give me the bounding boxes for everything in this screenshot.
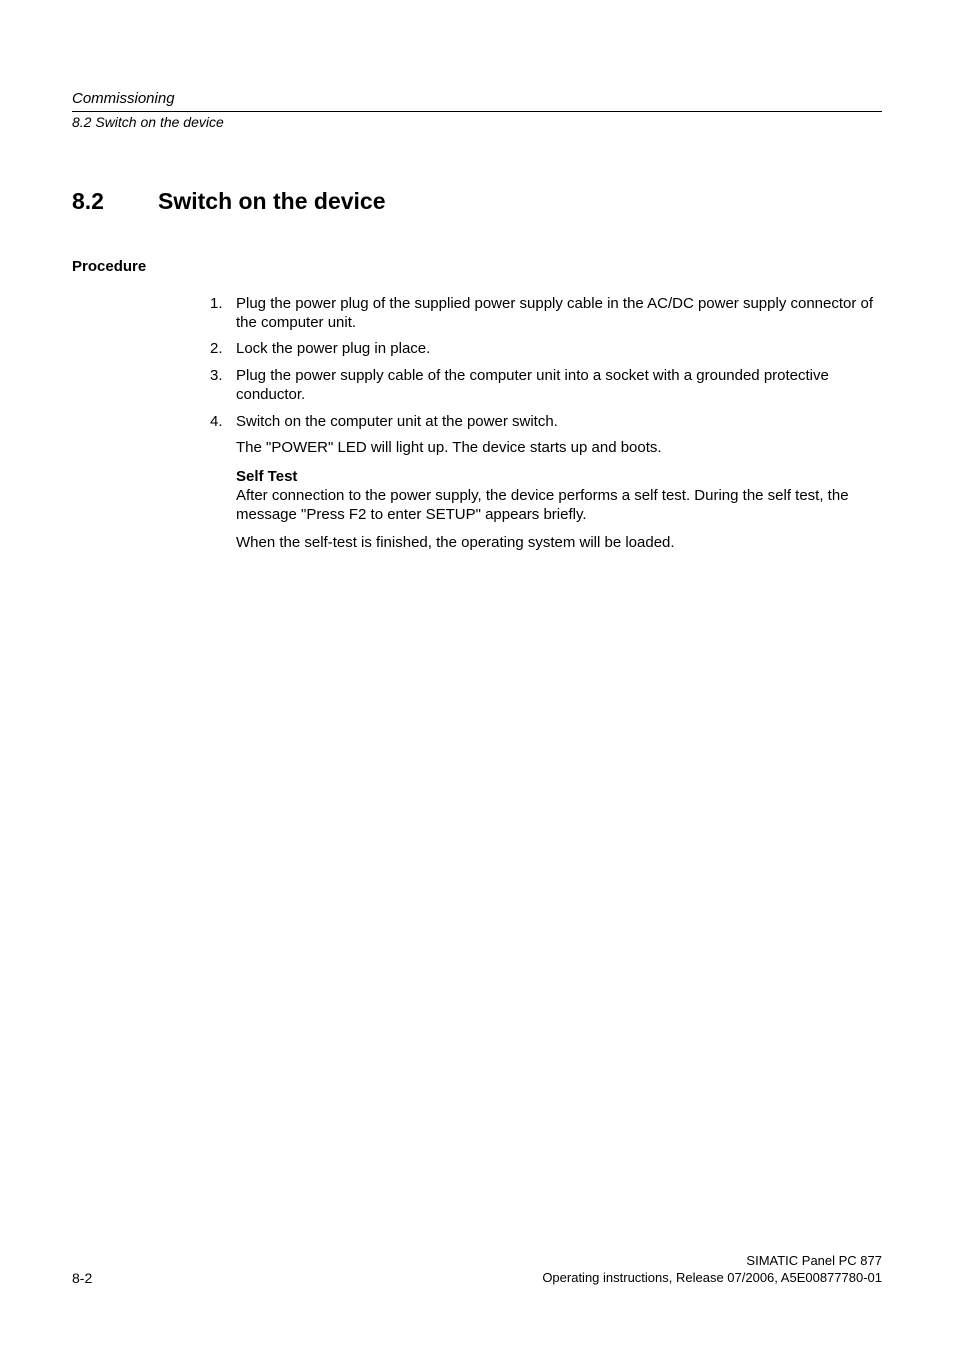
- self-test-block: Self Test After connection to the power …: [236, 468, 882, 524]
- list-item: 3. Plug the power supply cable of the co…: [210, 367, 882, 405]
- footer-right: SIMATIC Panel PC 877 Operating instructi…: [72, 1252, 882, 1287]
- list-item: 2. Lock the power plug in place.: [210, 340, 882, 359]
- running-header-section: 8.2 Switch on the device: [72, 114, 882, 132]
- footer-docref: Operating instructions, Release 07/2006,…: [72, 1269, 882, 1287]
- page-footer: SIMATIC Panel PC 877 Operating instructi…: [72, 1252, 882, 1287]
- list-number: 2.: [210, 340, 236, 359]
- body: 1. Plug the power plug of the supplied p…: [210, 295, 882, 553]
- page: Commissioning 8.2 Switch on the device 8…: [0, 0, 954, 1351]
- self-test-text: After connection to the power supply, th…: [236, 487, 849, 523]
- list-item: 4. Switch on the computer unit at the po…: [210, 413, 882, 432]
- section-heading: 8.2 Switch on the device: [72, 187, 882, 216]
- footer-page-number: 8-2: [72, 1270, 92, 1288]
- list-item: 1. Plug the power plug of the supplied p…: [210, 295, 882, 333]
- list-text: Lock the power plug in place.: [236, 340, 882, 359]
- self-test-closing: When the self-test is finished, the oper…: [236, 534, 882, 553]
- procedure-heading: Procedure: [72, 258, 882, 277]
- running-header-chapter: Commissioning: [72, 90, 882, 109]
- post-step-note: The "POWER" LED will light up. The devic…: [236, 439, 882, 458]
- list-number: 3.: [210, 367, 236, 405]
- header-rule: [72, 111, 882, 112]
- section-number: 8.2: [72, 187, 158, 216]
- ordered-list: 1. Plug the power plug of the supplied p…: [210, 295, 882, 432]
- list-number: 1.: [210, 295, 236, 333]
- section-title: Switch on the device: [158, 187, 386, 216]
- list-text: Plug the power plug of the supplied powe…: [236, 295, 882, 333]
- list-text: Plug the power supply cable of the compu…: [236, 367, 882, 405]
- list-text: Switch on the computer unit at the power…: [236, 413, 882, 432]
- list-number: 4.: [210, 413, 236, 432]
- footer-product: SIMATIC Panel PC 877: [72, 1252, 882, 1270]
- self-test-title: Self Test: [236, 468, 297, 485]
